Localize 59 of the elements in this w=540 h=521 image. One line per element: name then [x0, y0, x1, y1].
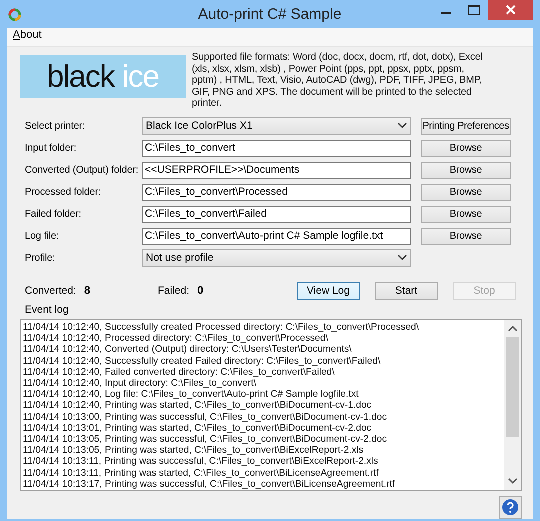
browse-button[interactable]: Browse	[421, 140, 511, 157]
menu-item[interactable]: About	[13, 29, 42, 41]
path-field[interactable]: C:\Files_to_convert	[142, 140, 411, 157]
close-icon	[506, 5, 516, 15]
browse-button[interactable]: Browse	[421, 184, 511, 201]
stat-label: Failed:	[158, 284, 190, 297]
log-line: 11/04/14 10:13:00, Printing was successful, C:\Files_to_convert\BiDocument-cv-1.doc	[23, 412, 388, 423]
event-log[interactable]	[20, 318, 522, 491]
log-line: 11/04/14 10:13:01, Printing was started, C:\Files_to_convert\BiDocument-cv-2.doc	[23, 422, 372, 434]
maximize-icon	[468, 5, 480, 15]
stat-value: 0	[198, 284, 204, 297]
field-label: Processed folder:	[25, 186, 102, 198]
stat-value: 8	[84, 284, 90, 297]
log-line: 11/04/14 10:13:11, Printing was started, C:\Files_to_convert\BiLicenseAgreement.rtf	[23, 468, 379, 479]
path-field[interactable]: <<USERPROFILE>>\Documents	[142, 162, 411, 179]
browse-button[interactable]: Browse	[421, 228, 511, 245]
action-button[interactable]: View Log	[297, 282, 360, 300]
scroll-down-icon[interactable]	[506, 476, 518, 486]
browse-button[interactable]: Browse	[421, 206, 511, 223]
description-text: Supported file formats: Word (doc, docx, docm, rtf, dot, dotx), Excel (xls, xlsx, xlsm, xlsb) , Power Point (pps, ppt, ppsx, pptx, ppsm, pptm) , HTML, Text, Visio, AutoCAD (dwg), PDF, TIFF, JPEG, BMP, GIF, PNG and XPS. The document will be printed to the selected printer.	[192, 52, 484, 110]
stat-label: Converted:	[25, 284, 76, 297]
log-line: 11/04/14 10:12:40, Successfully created Failed directory: C:\Files_to_convert\Failed\	[23, 356, 381, 367]
log-line: 11/04/14 10:13:05, Printing was started, C:\Files_to_convert\BiExcelReport-2.xls	[23, 445, 364, 456]
chevron-icon	[398, 255, 407, 262]
preferences-button[interactable]: Printing Preferences	[421, 118, 511, 135]
help-button[interactable]	[499, 496, 522, 519]
dropdown[interactable]: Black Ice ColorPlus X1	[142, 117, 411, 136]
scroll-thumb[interactable]	[506, 336, 519, 437]
field-label: Log file:	[25, 230, 60, 242]
log-line: 11/04/14 10:12:40, Log file: C:\Files_to_convert\Auto-print C# Sample logfile.txt	[23, 389, 359, 400]
log-line: 11/04/14 10:13:17, Printing was successful, C:\Files_to_convert\BiLicenseAgreement.rtf	[23, 478, 396, 490]
field-label: Converted (Output) folder:	[25, 164, 140, 176]
chevron-icon	[398, 123, 407, 130]
close-button[interactable]	[488, 0, 533, 20]
action-button[interactable]: Start	[375, 282, 438, 300]
field-label: Select printer:	[25, 120, 86, 132]
log-line: 11/04/14 10:12:40, Printing was started, C:\Files_to_convert\BiDocument-cv-1.doc	[23, 400, 372, 412]
minimize-icon	[441, 12, 451, 14]
scroll-up-icon[interactable]	[506, 324, 518, 334]
log-line: 11/04/14 10:12:40, Processed directory: C:\Files_to_convert\Processed\	[23, 333, 328, 344]
app-icon	[7, 6, 23, 22]
log-line: 11/04/14 10:13:11, Printing was successful, C:\Files_to_convert\BiExcelReport-2.xls	[23, 456, 378, 468]
path-field[interactable]: C:\Files_to_convert\Auto-print C# Sample logfile.txt	[142, 228, 411, 245]
browse-button[interactable]: Browse	[421, 162, 511, 179]
field-label: Profile:	[25, 252, 56, 264]
log-line: 11/04/14 10:12:40, Converted (Output) directory: C:\Users\Tester\Documents\	[23, 344, 352, 356]
dropdown[interactable]: Not use profile	[142, 249, 411, 268]
field-label: Failed folder:	[25, 208, 82, 220]
event-log-label: Event log	[25, 304, 69, 316]
window-title: Auto-print C# Sample	[198, 6, 342, 23]
logo: black ice	[20, 55, 186, 98]
field-label: Input folder:	[25, 142, 78, 154]
help-icon	[502, 498, 519, 516]
log-line: 11/04/14 10:12:40, Input directory: C:\Files_to_convert\	[23, 378, 256, 389]
log-line: 11/04/14 10:12:40, Failed converted directory: C:\Files_to_convert\Failed\	[23, 366, 335, 378]
log-line: 11/04/14 10:13:05, Printing was successful, C:\Files_to_convert\BiDocument-cv-2.doc	[23, 434, 388, 445]
path-field[interactable]: C:\Files_to_convert\Processed	[142, 184, 411, 201]
path-field[interactable]: C:\Files_to_convert\Failed	[142, 206, 411, 223]
log-line: 11/04/14 10:12:40, Successfully created Processed directory: C:\Files_to_convert\Processed\	[23, 322, 420, 333]
